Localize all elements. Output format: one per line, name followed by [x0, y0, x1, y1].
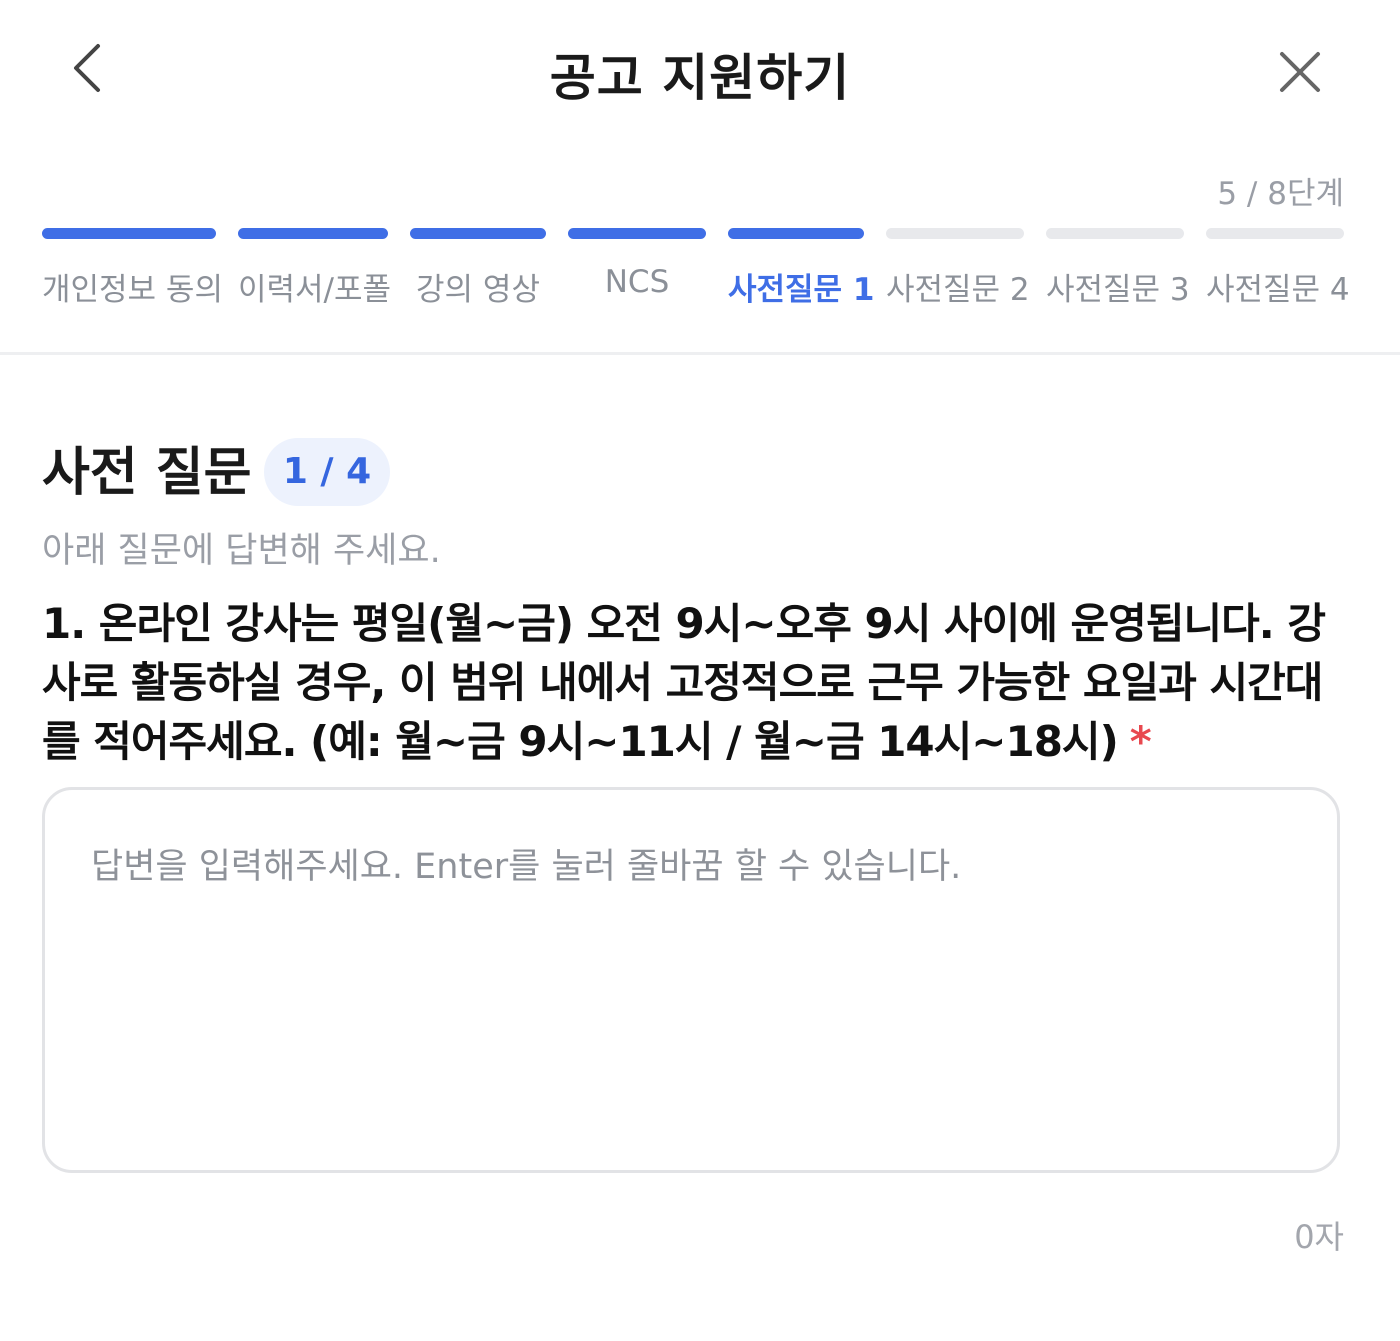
close-icon: [1280, 52, 1320, 92]
step-label-prequestion-4: 사전질문 4: [1206, 272, 1350, 308]
progress-bar-segment: [238, 228, 388, 239]
close-button[interactable]: [1268, 42, 1332, 106]
answer-field-container: [42, 787, 1340, 1173]
step-label-privacy-consent: 개인정보 동의: [42, 272, 223, 308]
header: 공고 지원하기: [0, 0, 1400, 140]
progress-bar-segment: [42, 228, 216, 239]
step-label-lecture-video: 강의 영상: [416, 272, 540, 308]
progress-bar-segment: [1206, 228, 1344, 239]
progress-bar-segment: [728, 228, 864, 239]
required-mark: *: [1129, 717, 1152, 766]
section-title: 사전 질문: [42, 443, 252, 503]
step-label-prequestion-3: 사전질문 3: [1046, 272, 1190, 308]
step-label-prequestion-2: 사전질문 2: [886, 272, 1030, 308]
question-text: 1. 온라인 강사는 평일(월~금) 오전 9시~오후 9시 사이에 운영됩니다…: [42, 594, 1342, 771]
progress-bar-segment: [1046, 228, 1184, 239]
step-count: 5 / 8단계: [1217, 176, 1344, 212]
step-label-ncs: NCS: [604, 264, 670, 300]
answer-textarea[interactable]: [45, 790, 1337, 1170]
section-subtitle: 아래 질문에 답변해 주세요.: [42, 531, 441, 571]
page-title: 공고 지원하기: [549, 49, 851, 107]
character-count: 0자: [1294, 1218, 1344, 1256]
progress-bar-segment: [410, 228, 546, 239]
step-label-resume-portfolio: 이력서/포폴: [238, 272, 392, 308]
step-label-prequestion-1: 사전질문 1: [728, 272, 875, 308]
divider: [0, 352, 1400, 355]
progress-bar-segment: [568, 228, 706, 239]
question-counter-badge: 1 / 4: [264, 438, 390, 506]
progress-bar-segment: [886, 228, 1024, 239]
